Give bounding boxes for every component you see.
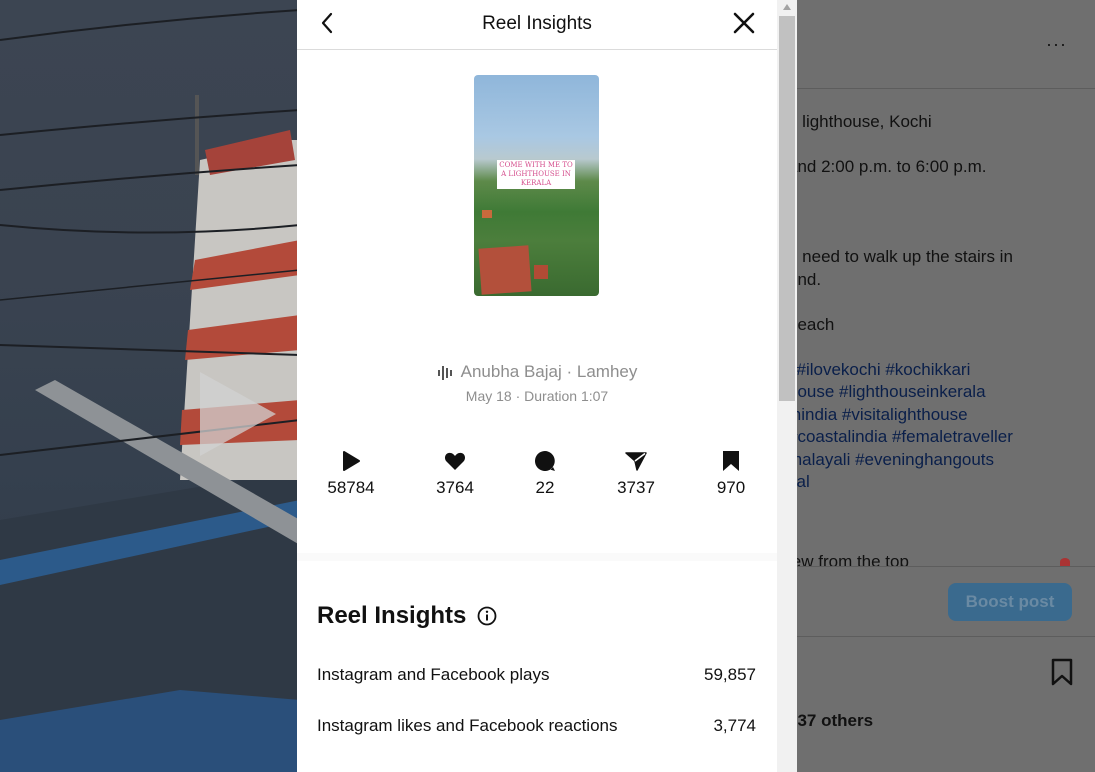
bookmark-icon — [723, 451, 739, 471]
audio-label: Anubha Bajaj · Lamhey — [460, 362, 638, 381]
comment-line: iew from the top — [788, 552, 909, 566]
bookmark-icon[interactable] — [1050, 658, 1074, 686]
modal-header: Reel Insights — [297, 0, 777, 50]
reel-thumbnail[interactable]: COME WITH ME TO A LIGHTHOUSE IN KERALA — [474, 75, 599, 296]
stat-plays: 58784 — [316, 448, 386, 498]
caption-hashtags[interactable]: malayali #eveninghangouts — [788, 450, 994, 470]
video-play-icon[interactable] — [200, 372, 276, 456]
house-roof — [482, 210, 492, 218]
thumbnail-caption: COME WITH ME TO A LIGHTHOUSE IN KERALA — [497, 160, 575, 189]
stat-value: 22 — [535, 478, 555, 497]
audio-info[interactable]: Anubha Bajaj · Lamhey — [297, 362, 777, 382]
divider — [778, 566, 1095, 567]
insight-value: 59,857 — [704, 665, 756, 684]
stat-likes: 3764 — [420, 448, 490, 498]
video-background — [0, 0, 300, 772]
stat-value: 3764 — [436, 478, 474, 497]
post-panel-background: ··· n lighthouse, Kochi and 2:00 p.m. to… — [778, 0, 1095, 772]
caption-line: n lighthouse, Kochi — [788, 112, 932, 131]
stat-value: 970 — [716, 478, 746, 497]
insight-value: 3,774 — [713, 716, 756, 735]
insight-label: Instagram and Facebook plays — [317, 665, 550, 684]
stat-comments: 22 — [510, 448, 580, 498]
audio-waveform-icon — [437, 365, 452, 380]
house-roof — [478, 245, 532, 295]
heart-icon[interactable] — [1060, 558, 1070, 566]
play-icon — [343, 451, 360, 471]
insights-heading: Reel Insights — [317, 602, 467, 629]
modal-title: Reel Insights — [482, 13, 592, 34]
post-details-panel: ··· n lighthouse, Kochi and 2:00 p.m. to… — [778, 0, 1095, 772]
insight-label: Instagram likes and Facebook reactions — [317, 716, 618, 735]
reel-meta: May 18 · Duration 1:07 — [465, 388, 609, 404]
share-icon — [625, 452, 647, 471]
stat-value: 58784 — [327, 478, 375, 497]
modal-scrollbar[interactable] — [777, 0, 797, 772]
stat-value: 3737 — [617, 478, 655, 497]
liked-by-text: 737 others — [788, 711, 874, 730]
divider — [778, 88, 1095, 89]
scrollbar-thumb[interactable] — [779, 16, 795, 401]
caption-hashtags[interactable]: inindia #visitalighthouse — [788, 405, 968, 425]
house-roof — [534, 265, 548, 279]
reel-insights-modal: Reel Insights COME WITH ME TO A LIGHTHOU… — [297, 0, 777, 772]
boost-post-button[interactable]: Boost post — [948, 583, 1072, 621]
more-options-icon[interactable]: ··· — [1046, 34, 1067, 55]
stat-shares: 3737 — [601, 448, 671, 498]
caption-hashtags[interactable]: #coastalindia #femaletraveller — [788, 427, 1013, 447]
heart-icon — [444, 452, 466, 470]
caption-hashtags[interactable]: i #ilovekochi #kochikkari — [788, 360, 970, 380]
section-divider — [297, 553, 777, 561]
caption-line: and 2:00 p.m. to 6:00 p.m. — [788, 157, 987, 176]
caption-hashtags[interactable]: house #lighthouseinkerala — [788, 382, 986, 402]
comment-icon — [535, 451, 555, 471]
close-icon[interactable] — [733, 12, 755, 34]
stat-saves: 970 — [696, 448, 766, 498]
info-icon[interactable] — [477, 606, 497, 626]
insight-row: Instagram likes and Facebook reactions 3… — [317, 716, 756, 736]
caption-line: u need to walk up the stairs in — [788, 247, 1013, 266]
scroll-up-arrow-icon[interactable] — [783, 4, 791, 10]
insight-row: Instagram and Facebook plays 59,857 — [317, 665, 756, 685]
divider — [778, 636, 1095, 637]
